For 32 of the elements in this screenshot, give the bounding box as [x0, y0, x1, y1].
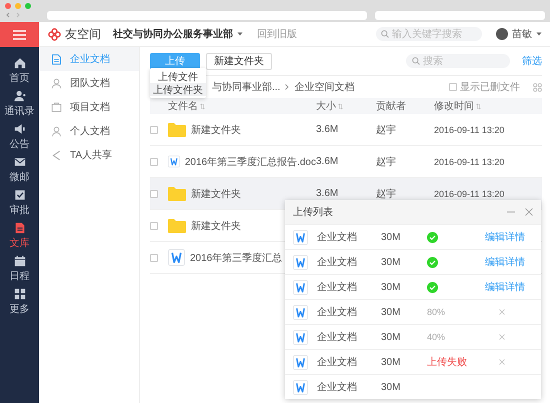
file-size: 30M: [381, 382, 402, 392]
table-cell-text: 2016-09-11 13:20: [434, 156, 506, 166]
file-size: 30M: [381, 306, 402, 318]
file-name: 企业文档: [317, 380, 358, 394]
table-cell-text: 2016-09-11 13:20: [434, 124, 506, 134]
show-deleted-label: 显示已删文件: [460, 80, 520, 94]
table-cell-text: 赵宇: [376, 124, 397, 136]
file-name: 企业文档: [317, 230, 358, 244]
column-header: 大小: [316, 100, 336, 113]
table-cell-text: 赵宇: [376, 156, 397, 168]
table-cell-text: 3.6M: [316, 188, 340, 199]
progress-text: 40%: [427, 332, 446, 342]
file-size: 30M: [381, 332, 402, 342]
column-header: 修改时间: [434, 100, 474, 113]
file-name: 企业文档: [317, 256, 358, 269]
file-size: 30M: [381, 232, 402, 242]
file-size: 30M: [381, 356, 402, 368]
table-cell-text: 3.6M: [316, 156, 340, 167]
column-header: 文件名: [168, 100, 198, 113]
table-cell-text: 赵宇: [376, 188, 397, 200]
app-logo-text: 友空间: [65, 26, 101, 42]
file-name: 企业文档: [317, 280, 358, 294]
file-size: 30M: [381, 256, 402, 268]
file-name: 企业文档: [317, 306, 358, 319]
file-name: 企业文档: [317, 330, 358, 344]
table-cell-text: 2016-09-11 13:20: [434, 188, 506, 198]
upload-failed-text: 上传失败: [427, 356, 468, 369]
progress-text: 80%: [427, 307, 446, 317]
file-size: 30M: [381, 282, 402, 292]
table-cell-text: 3.6M: [316, 124, 340, 135]
column-header: 贡献者: [376, 100, 406, 113]
file-name: 企业文档: [317, 356, 358, 369]
